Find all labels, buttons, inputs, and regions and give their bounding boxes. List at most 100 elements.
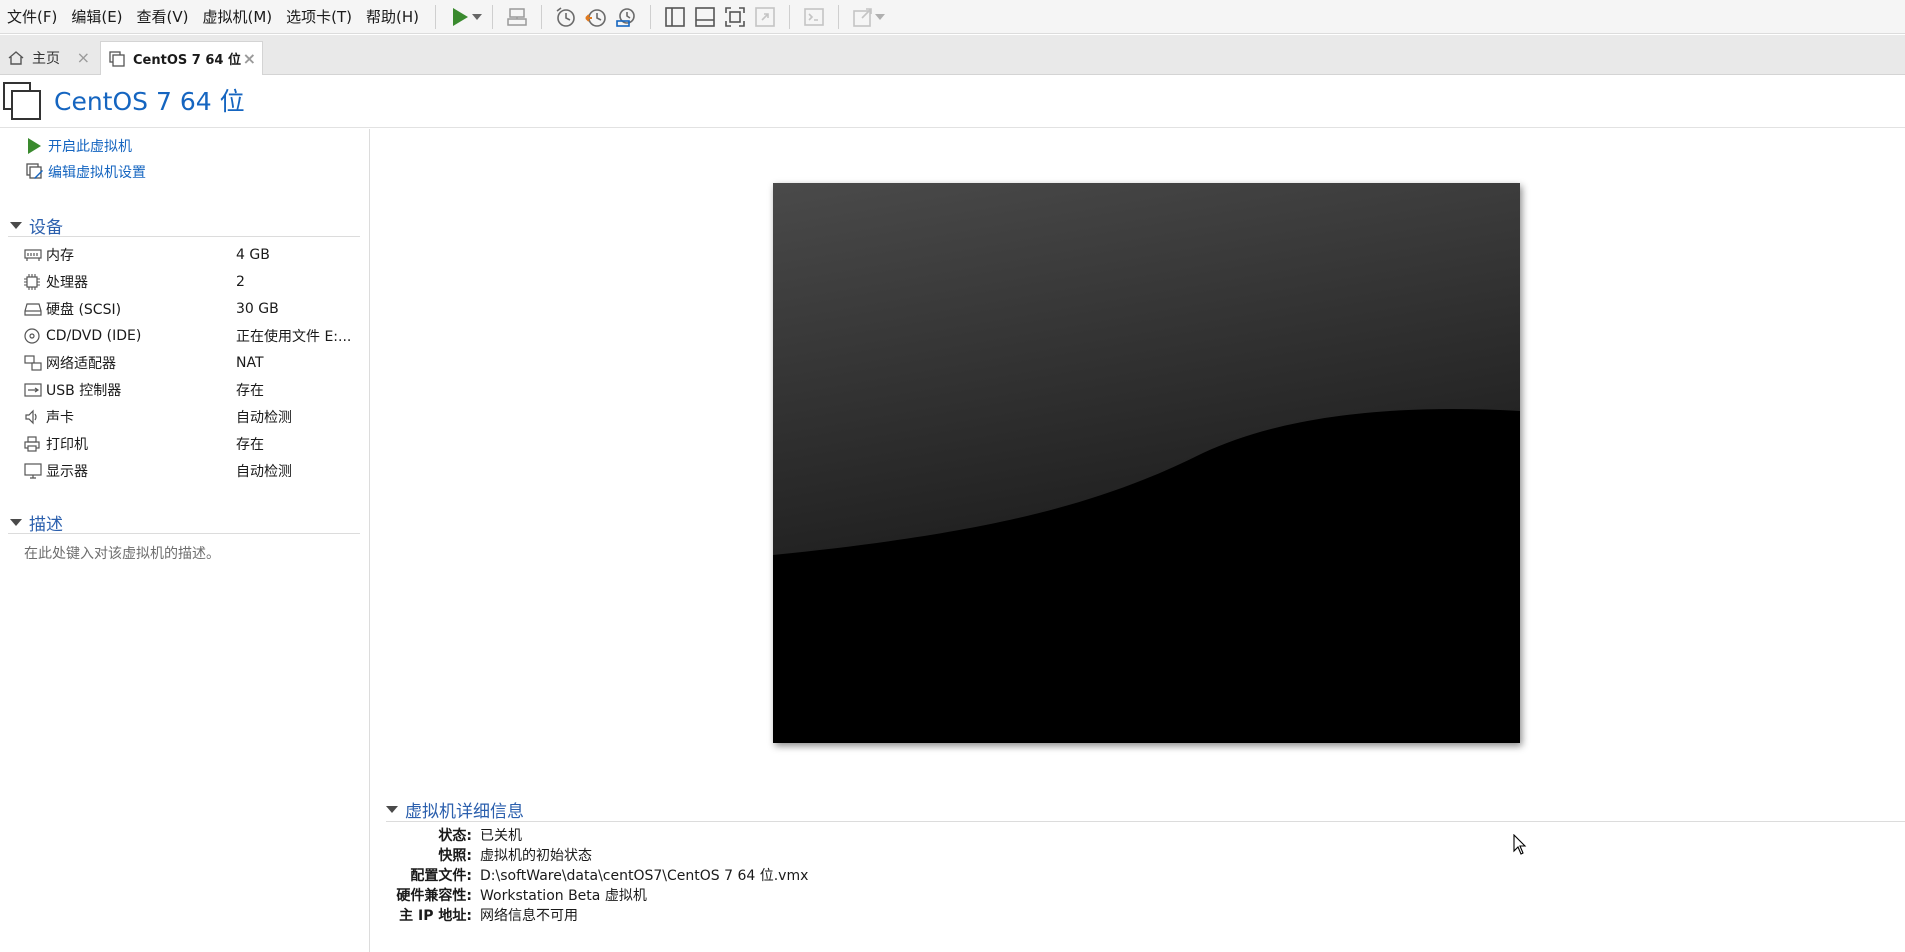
power-on-vm-link[interactable]: 开启此虚拟机 <box>26 136 132 156</box>
menu-vm[interactable]: 虚拟机(M) <box>196 6 280 28</box>
device-name: 打印机 <box>46 437 88 453</box>
menu-help[interactable]: 帮助(H) <box>359 6 426 28</box>
device-name: 声卡 <box>46 410 74 426</box>
show-library-button[interactable] <box>660 4 690 30</box>
menu-tabs[interactable]: 选项卡(T) <box>279 6 359 28</box>
device-name: 显示器 <box>46 464 88 480</box>
vm-icon <box>109 50 125 67</box>
hard-disk-icon <box>24 302 46 316</box>
tab-centos-label: CentOS 7 64 位 <box>133 53 241 68</box>
thumbnail-bar-button[interactable] <box>690 4 720 30</box>
edit-settings-icon <box>26 163 44 181</box>
detail-row-primary-ip: 主 IP 地址: 网络信息不可用 <box>380 905 1380 925</box>
detail-key: 硬件兼容性: <box>396 888 472 904</box>
vm-preview-image <box>773 183 1520 743</box>
detail-row-state: 状态: 已关机 <box>380 825 1380 845</box>
collapse-caret-icon <box>10 222 22 229</box>
vm-details-section-header[interactable]: 虚拟机详细信息 <box>386 798 1905 822</box>
stretch-dropdown-button[interactable] <box>874 4 886 30</box>
revert-snapshot-button[interactable] <box>581 4 611 30</box>
devices-section-header[interactable]: 设备 <box>8 215 360 238</box>
unity-icon <box>755 6 775 27</box>
tab-home[interactable]: 主页 × <box>0 41 96 75</box>
device-row-cd-dvd[interactable]: CD/DVD (IDE) 正在使用文件 E:... <box>24 325 364 347</box>
toolbar-separator <box>541 4 543 29</box>
display-icon <box>24 463 46 479</box>
description-section-header[interactable]: 描述 <box>8 512 360 535</box>
detail-key: 状态: <box>438 828 472 844</box>
detail-key: 快照: <box>438 848 472 864</box>
menu-edit[interactable]: 编辑(E) <box>64 6 129 28</box>
page-title: CentOS 7 64 位 <box>54 87 245 116</box>
network-adapter-icon <box>24 355 46 371</box>
collapse-caret-icon <box>10 519 22 526</box>
fullscreen-icon <box>725 6 745 27</box>
take-snapshot-button[interactable] <box>551 4 581 30</box>
devices-section-title: 设备 <box>29 218 63 238</box>
device-value: 正在使用文件 E:... <box>236 329 352 345</box>
detail-value: Workstation Beta 虚拟机 <box>480 888 647 904</box>
tab-strip: 主页 × CentOS 7 64 位 × <box>0 35 1905 75</box>
cd-dvd-icon <box>24 328 46 344</box>
full-screen-button[interactable] <box>720 4 750 30</box>
device-row-memory[interactable]: 内存 4 GB <box>24 244 364 266</box>
menu-file[interactable]: 文件(F) <box>0 6 64 28</box>
description-input[interactable]: 在此处键入对该虚拟机的描述。 <box>24 543 220 563</box>
thumbnail-view-icon <box>695 6 715 27</box>
console-view-button[interactable] <box>799 4 829 30</box>
detail-key: 主 IP 地址: <box>399 908 472 924</box>
menu-view[interactable]: 查看(V) <box>130 6 196 28</box>
dropdown-arrow-icon <box>472 13 483 20</box>
device-row-printer[interactable]: 打印机 存在 <box>24 433 364 455</box>
device-row-display[interactable]: 显示器 自动检测 <box>24 460 364 482</box>
vm-title-row: CentOS 7 64 位 <box>0 76 1905 128</box>
close-icon[interactable]: × <box>77 50 90 66</box>
play-icon <box>26 138 44 154</box>
unity-button[interactable] <box>750 4 780 30</box>
toolbar-separator <box>838 4 840 29</box>
mouse-cursor-icon <box>1513 834 1527 855</box>
edit-vm-settings-link[interactable]: 编辑虚拟机设置 <box>26 162 146 182</box>
tab-centos[interactable]: CentOS 7 64 位 × <box>100 41 263 75</box>
vm-preview-screen[interactable] <box>773 183 1520 743</box>
device-row-processor[interactable]: 处理器 2 <box>24 271 364 293</box>
detail-row-hardware-compat: 硬件兼容性: Workstation Beta 虚拟机 <box>380 885 1380 905</box>
snapshot-manager-button[interactable] <box>611 4 641 30</box>
revert-snapshot-icon <box>585 8 606 27</box>
snapshot-manager-icon <box>616 7 635 27</box>
device-row-hard-disk[interactable]: 硬盘 (SCSI) 30 GB <box>24 298 364 320</box>
collapse-caret-icon <box>386 806 398 813</box>
console-icon <box>804 7 824 26</box>
detail-key: 配置文件: <box>410 868 472 884</box>
home-icon <box>8 50 24 66</box>
snapshot-icon <box>556 6 575 27</box>
device-name: 硬盘 (SCSI) <box>46 302 122 318</box>
printer-icon <box>24 436 46 452</box>
detail-value: 已关机 <box>480 828 522 844</box>
device-name: USB 控制器 <box>46 383 122 399</box>
detail-value: 虚拟机的初始状态 <box>480 848 592 864</box>
device-value: 30 GB <box>236 301 279 317</box>
device-name: CD/DVD (IDE) <box>46 328 142 344</box>
device-value: 自动检测 <box>236 464 292 480</box>
menu-toolbar-bar: 文件(F) 编辑(E) 查看(V) 虚拟机(M) 选项卡(T) 帮助(H) <box>0 0 1905 34</box>
device-value: 2 <box>236 274 245 290</box>
usb-icon <box>24 383 46 397</box>
edit-vm-settings-label: 编辑虚拟机设置 <box>48 165 146 181</box>
memory-icon <box>24 248 46 262</box>
vm-details-section-title: 虚拟机详细信息 <box>405 802 524 822</box>
device-name: 处理器 <box>46 275 88 291</box>
device-row-usb[interactable]: USB 控制器 存在 <box>24 379 364 401</box>
device-row-network-adapter[interactable]: 网络适配器 NAT <box>24 352 364 374</box>
sound-card-icon <box>24 409 46 425</box>
close-icon[interactable]: × <box>243 51 256 67</box>
send-ctrl-alt-del-button[interactable] <box>502 4 532 30</box>
toolbar-separator <box>650 4 652 29</box>
detail-row-config-file: 配置文件: D:\softWare\data\centOS7\CentOS 7 … <box>380 865 1380 885</box>
play-icon <box>453 7 469 26</box>
power-dropdown-button[interactable] <box>471 4 483 30</box>
device-row-sound-card[interactable]: 声卡 自动检测 <box>24 406 364 428</box>
toolbar-separator <box>789 4 791 29</box>
processor-icon <box>24 274 46 290</box>
device-value: 自动检测 <box>236 410 292 426</box>
